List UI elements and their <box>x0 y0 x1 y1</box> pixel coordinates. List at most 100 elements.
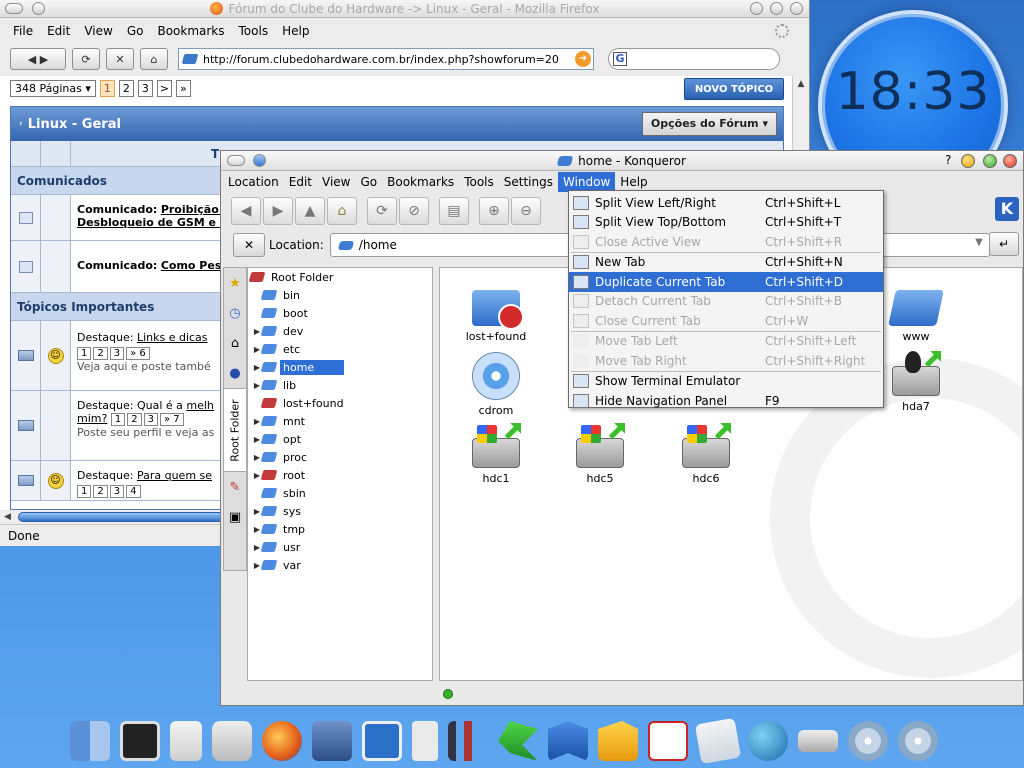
devices-icon[interactable]: ▣ <box>224 502 246 532</box>
menu-view[interactable]: View <box>77 24 119 38</box>
menu-item-hide-navigation-panel[interactable]: Hide Navigation Panel F9 <box>569 391 883 411</box>
menu-item-split-view-top-bottom[interactable]: Split View Top/Bottom Ctrl+Shift+T <box>569 213 883 233</box>
menu-item-detach-current-tab[interactable]: Detach Current Tab Ctrl+Shift+B <box>569 292 883 312</box>
menu-help[interactable]: Help <box>615 172 652 192</box>
tree-item-home[interactable]: ▶ home <box>248 358 432 376</box>
close-button[interactable] <box>1003 154 1017 168</box>
pdf-icon[interactable] <box>648 721 688 761</box>
menu-item-move-tab-left[interactable]: Move Tab Left Ctrl+Shift+Left <box>569 332 883 352</box>
menu-edit[interactable]: Edit <box>284 172 317 192</box>
services-icon[interactable]: ✎ <box>224 472 246 502</box>
tree-item-sys[interactable]: ▶ sys <box>248 502 432 520</box>
topic-link[interactable]: Links e dicas <box>137 331 208 344</box>
menu-help[interactable]: Help <box>275 24 316 38</box>
help-button[interactable]: ? <box>945 153 951 167</box>
maximize-button[interactable] <box>770 2 783 15</box>
minimize-button[interactable] <box>750 2 763 15</box>
menu-item-close-active-view[interactable]: Close Active View Ctrl+Shift+R <box>569 232 883 252</box>
tree-item-boot[interactable]: boot <box>248 304 432 322</box>
tree-item-lost-found[interactable]: lost+found <box>248 394 432 412</box>
menu-location[interactable]: Location <box>223 172 284 192</box>
minimize-button[interactable] <box>961 154 975 168</box>
tree-item-proc[interactable]: ▶ proc <box>248 448 432 466</box>
page-link[interactable]: 3 <box>137 80 153 97</box>
tree-root[interactable]: Root Folder <box>248 268 432 286</box>
menu-file[interactable]: File <box>6 24 40 38</box>
green-app-icon[interactable] <box>498 721 538 761</box>
tree-item-etc[interactable]: ▶ etc <box>248 340 432 358</box>
page-link[interactable]: 2 <box>118 80 134 97</box>
konqueror-titlebar[interactable]: home - Konqueror ? <box>221 151 1023 171</box>
go-icon[interactable]: ➜ <box>575 51 591 67</box>
menu-item-show-terminal-emulator[interactable]: Show Terminal Emulator <box>569 372 883 392</box>
tree-item-opt[interactable]: ▶ opt <box>248 430 432 448</box>
stop-icon[interactable]: ⊘ <box>399 197 429 225</box>
menu-item-move-tab-right[interactable]: Move Tab Right Ctrl+Shift+Right <box>569 351 883 371</box>
file-item[interactable]: www <box>876 282 956 343</box>
back-icon[interactable]: ◀ <box>231 197 261 225</box>
reload-icon[interactable]: ⟳ <box>72 48 100 70</box>
url-field[interactable]: http://forum.clubedohardware.com.br/inde… <box>178 48 594 70</box>
go-icon[interactable]: ↵ <box>989 232 1019 256</box>
tree-item-tmp[interactable]: ▶ tmp <box>248 520 432 538</box>
file-item[interactable]: hdc5 <box>560 424 640 485</box>
page-link[interactable]: 1 <box>99 80 115 97</box>
tab-root-folder[interactable]: Root Folder <box>224 388 246 472</box>
file-item[interactable]: lost+found <box>456 282 536 343</box>
brushes-icon[interactable] <box>448 721 488 761</box>
dvd-icon[interactable] <box>898 721 938 761</box>
topic-link[interactable]: Para quem se <box>137 469 212 482</box>
search-field[interactable]: G <box>608 48 780 70</box>
tree-item-dev[interactable]: ▶ dev <box>248 322 432 340</box>
menu-edit[interactable]: Edit <box>40 24 77 38</box>
firefox-titlebar[interactable]: Fórum do Clube do Hardware -> Linux - Ge… <box>0 0 809 18</box>
topic-link[interactable]: Desbloqueio de GSM e D <box>77 216 229 229</box>
menu-bookmarks[interactable]: Bookmarks <box>382 172 459 192</box>
chevron-down-icon[interactable]: ▼ <box>975 237 983 248</box>
tree-item-lib[interactable]: ▶ lib <box>248 376 432 394</box>
history-icon[interactable]: ◷ <box>224 298 246 328</box>
tree-item-mnt[interactable]: ▶ mnt <box>248 412 432 430</box>
menu-item-new-tab[interactable]: New Tab Ctrl+Shift+N <box>569 253 883 273</box>
menu-tools[interactable]: Tools <box>459 172 499 192</box>
menu-item-close-current-tab[interactable]: Close Current Tab Ctrl+W <box>569 311 883 331</box>
file-item[interactable]: cdrom <box>456 352 536 417</box>
reload-icon[interactable]: ⟳ <box>367 197 397 225</box>
home-icon[interactable]: ⌂ <box>224 328 246 358</box>
home-icon[interactable]: ⌂ <box>327 197 357 225</box>
maximize-button[interactable] <box>983 154 997 168</box>
topic-link[interactable]: mim? <box>77 412 107 425</box>
stamp-icon[interactable] <box>312 721 352 761</box>
file-item[interactable]: hdc6 <box>666 424 746 485</box>
print-icon[interactable]: ▤ <box>439 197 469 225</box>
tree-item-sbin[interactable]: sbin <box>248 484 432 502</box>
close-button[interactable] <box>790 2 803 15</box>
file-item[interactable]: hda7 <box>876 351 956 413</box>
finder-icon[interactable] <box>70 721 110 761</box>
scrollbar-thumb[interactable] <box>18 512 238 522</box>
tree-item-root[interactable]: ▶ root <box>248 466 432 484</box>
zoom-out-icon[interactable]: ⊖ <box>511 197 541 225</box>
menu-settings[interactable]: Settings <box>499 172 558 192</box>
zoom-in-icon[interactable]: ⊕ <box>479 197 509 225</box>
back-forward-button[interactable]: ◀ ▶ <box>10 48 66 70</box>
page-last[interactable]: » <box>175 80 191 97</box>
globe-icon[interactable] <box>748 721 788 761</box>
forum-options-button[interactable]: Opções do Fórum ▾ <box>641 112 777 136</box>
google-icon[interactable]: G <box>613 52 627 66</box>
menu-tools[interactable]: Tools <box>232 24 276 38</box>
word-icon[interactable] <box>548 721 588 761</box>
apple-icon[interactable] <box>212 721 252 761</box>
paper-icon[interactable] <box>694 717 742 765</box>
folder-icon[interactable] <box>598 721 638 761</box>
bookmarks-icon[interactable]: ★ <box>224 268 246 298</box>
menu-view[interactable]: View <box>317 172 355 192</box>
new-topic-button[interactable]: NOVO TÓPICO <box>684 78 784 100</box>
cd-icon[interactable] <box>848 721 888 761</box>
tree-item-usr[interactable]: ▶ usr <box>248 538 432 556</box>
monitor-icon[interactable] <box>120 721 160 761</box>
menu-go[interactable]: Go <box>356 172 383 192</box>
clock-app-icon[interactable] <box>362 721 402 761</box>
scroll-left-icon[interactable]: ◀ <box>4 510 11 524</box>
scroll-up-icon[interactable]: ▲ <box>793 76 809 92</box>
